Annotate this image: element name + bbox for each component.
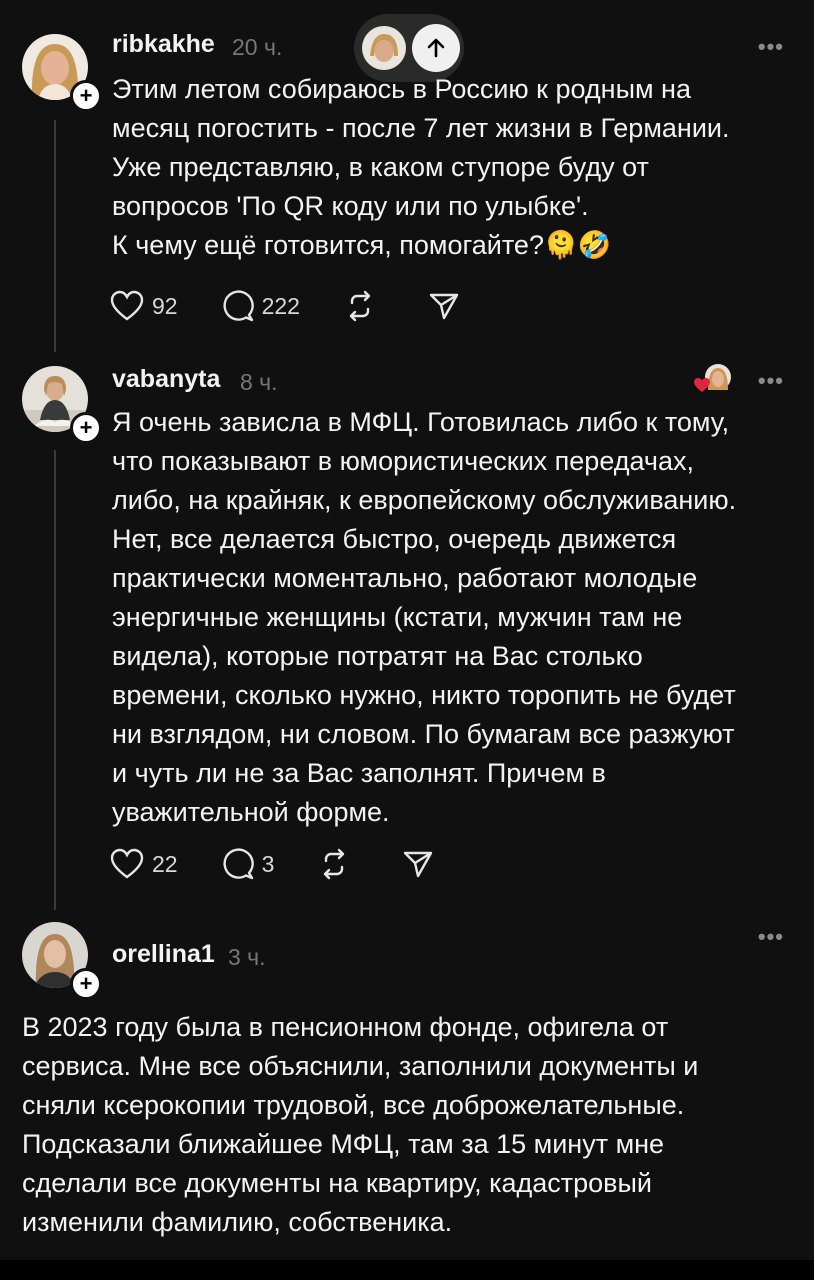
post-actions: 92 222 bbox=[110, 290, 512, 322]
share-button[interactable] bbox=[402, 848, 442, 880]
reply-button[interactable]: 222 bbox=[222, 290, 300, 322]
post-time: 3 ч. bbox=[228, 944, 266, 970]
author-avatar[interactable]: + bbox=[22, 34, 102, 112]
more-options-icon[interactable]: ••• bbox=[758, 924, 784, 950]
heart-icon bbox=[110, 290, 144, 321]
share-button[interactable] bbox=[428, 290, 468, 322]
reply-button[interactable]: 3 bbox=[222, 848, 275, 880]
author-avatar[interactable]: + bbox=[22, 922, 102, 1000]
comment-icon bbox=[223, 290, 254, 322]
more-options-icon[interactable]: ••• bbox=[758, 34, 784, 60]
post-text: Я очень зависла в МФЦ. Готовилась либо к… bbox=[112, 407, 737, 827]
post-time: 8 ч. bbox=[240, 369, 278, 395]
username[interactable]: orellina1 bbox=[112, 940, 215, 969]
follow-plus-icon[interactable]: + bbox=[70, 968, 102, 1000]
repost-icon bbox=[324, 848, 345, 880]
username[interactable]: ribkakhe bbox=[112, 30, 215, 59]
arrow-up-icon bbox=[412, 24, 460, 72]
post-text: Этим летом собираюсь в Россию к родным н… bbox=[112, 74, 730, 260]
post-text: В 2023 году была в пенсионном фонде, офи… bbox=[22, 1012, 699, 1237]
follow-plus-icon[interactable]: + bbox=[70, 412, 102, 444]
like-button[interactable]: 22 bbox=[110, 848, 178, 880]
post-time: 20 ч. bbox=[232, 34, 283, 60]
like-button[interactable]: 92 bbox=[110, 290, 178, 322]
repost-icon bbox=[349, 290, 371, 322]
username[interactable]: vabanyta bbox=[112, 365, 220, 394]
thread-line bbox=[54, 450, 56, 910]
author-avatar[interactable]: + bbox=[22, 366, 102, 444]
reply-count: 3 bbox=[261, 850, 275, 877]
like-count: 92 bbox=[152, 292, 178, 319]
repost-button[interactable] bbox=[344, 290, 384, 322]
repost-button[interactable] bbox=[318, 848, 358, 880]
post-actions: 22 3 bbox=[110, 848, 486, 880]
reply-count: 222 bbox=[261, 292, 300, 319]
like-count: 22 bbox=[152, 850, 178, 877]
send-icon bbox=[404, 851, 433, 878]
avatar bbox=[362, 26, 406, 70]
liked-by-author-badge bbox=[694, 362, 734, 396]
follow-plus-icon[interactable]: + bbox=[70, 80, 102, 112]
heart-icon bbox=[110, 848, 144, 879]
threads-feed: + ribkakhe 20 ч. ••• Этим летом собираюс… bbox=[0, 0, 814, 1260]
send-icon bbox=[429, 293, 459, 320]
thread-line bbox=[54, 120, 56, 352]
more-options-icon[interactable]: ••• bbox=[758, 368, 784, 394]
comment-icon bbox=[223, 848, 254, 880]
